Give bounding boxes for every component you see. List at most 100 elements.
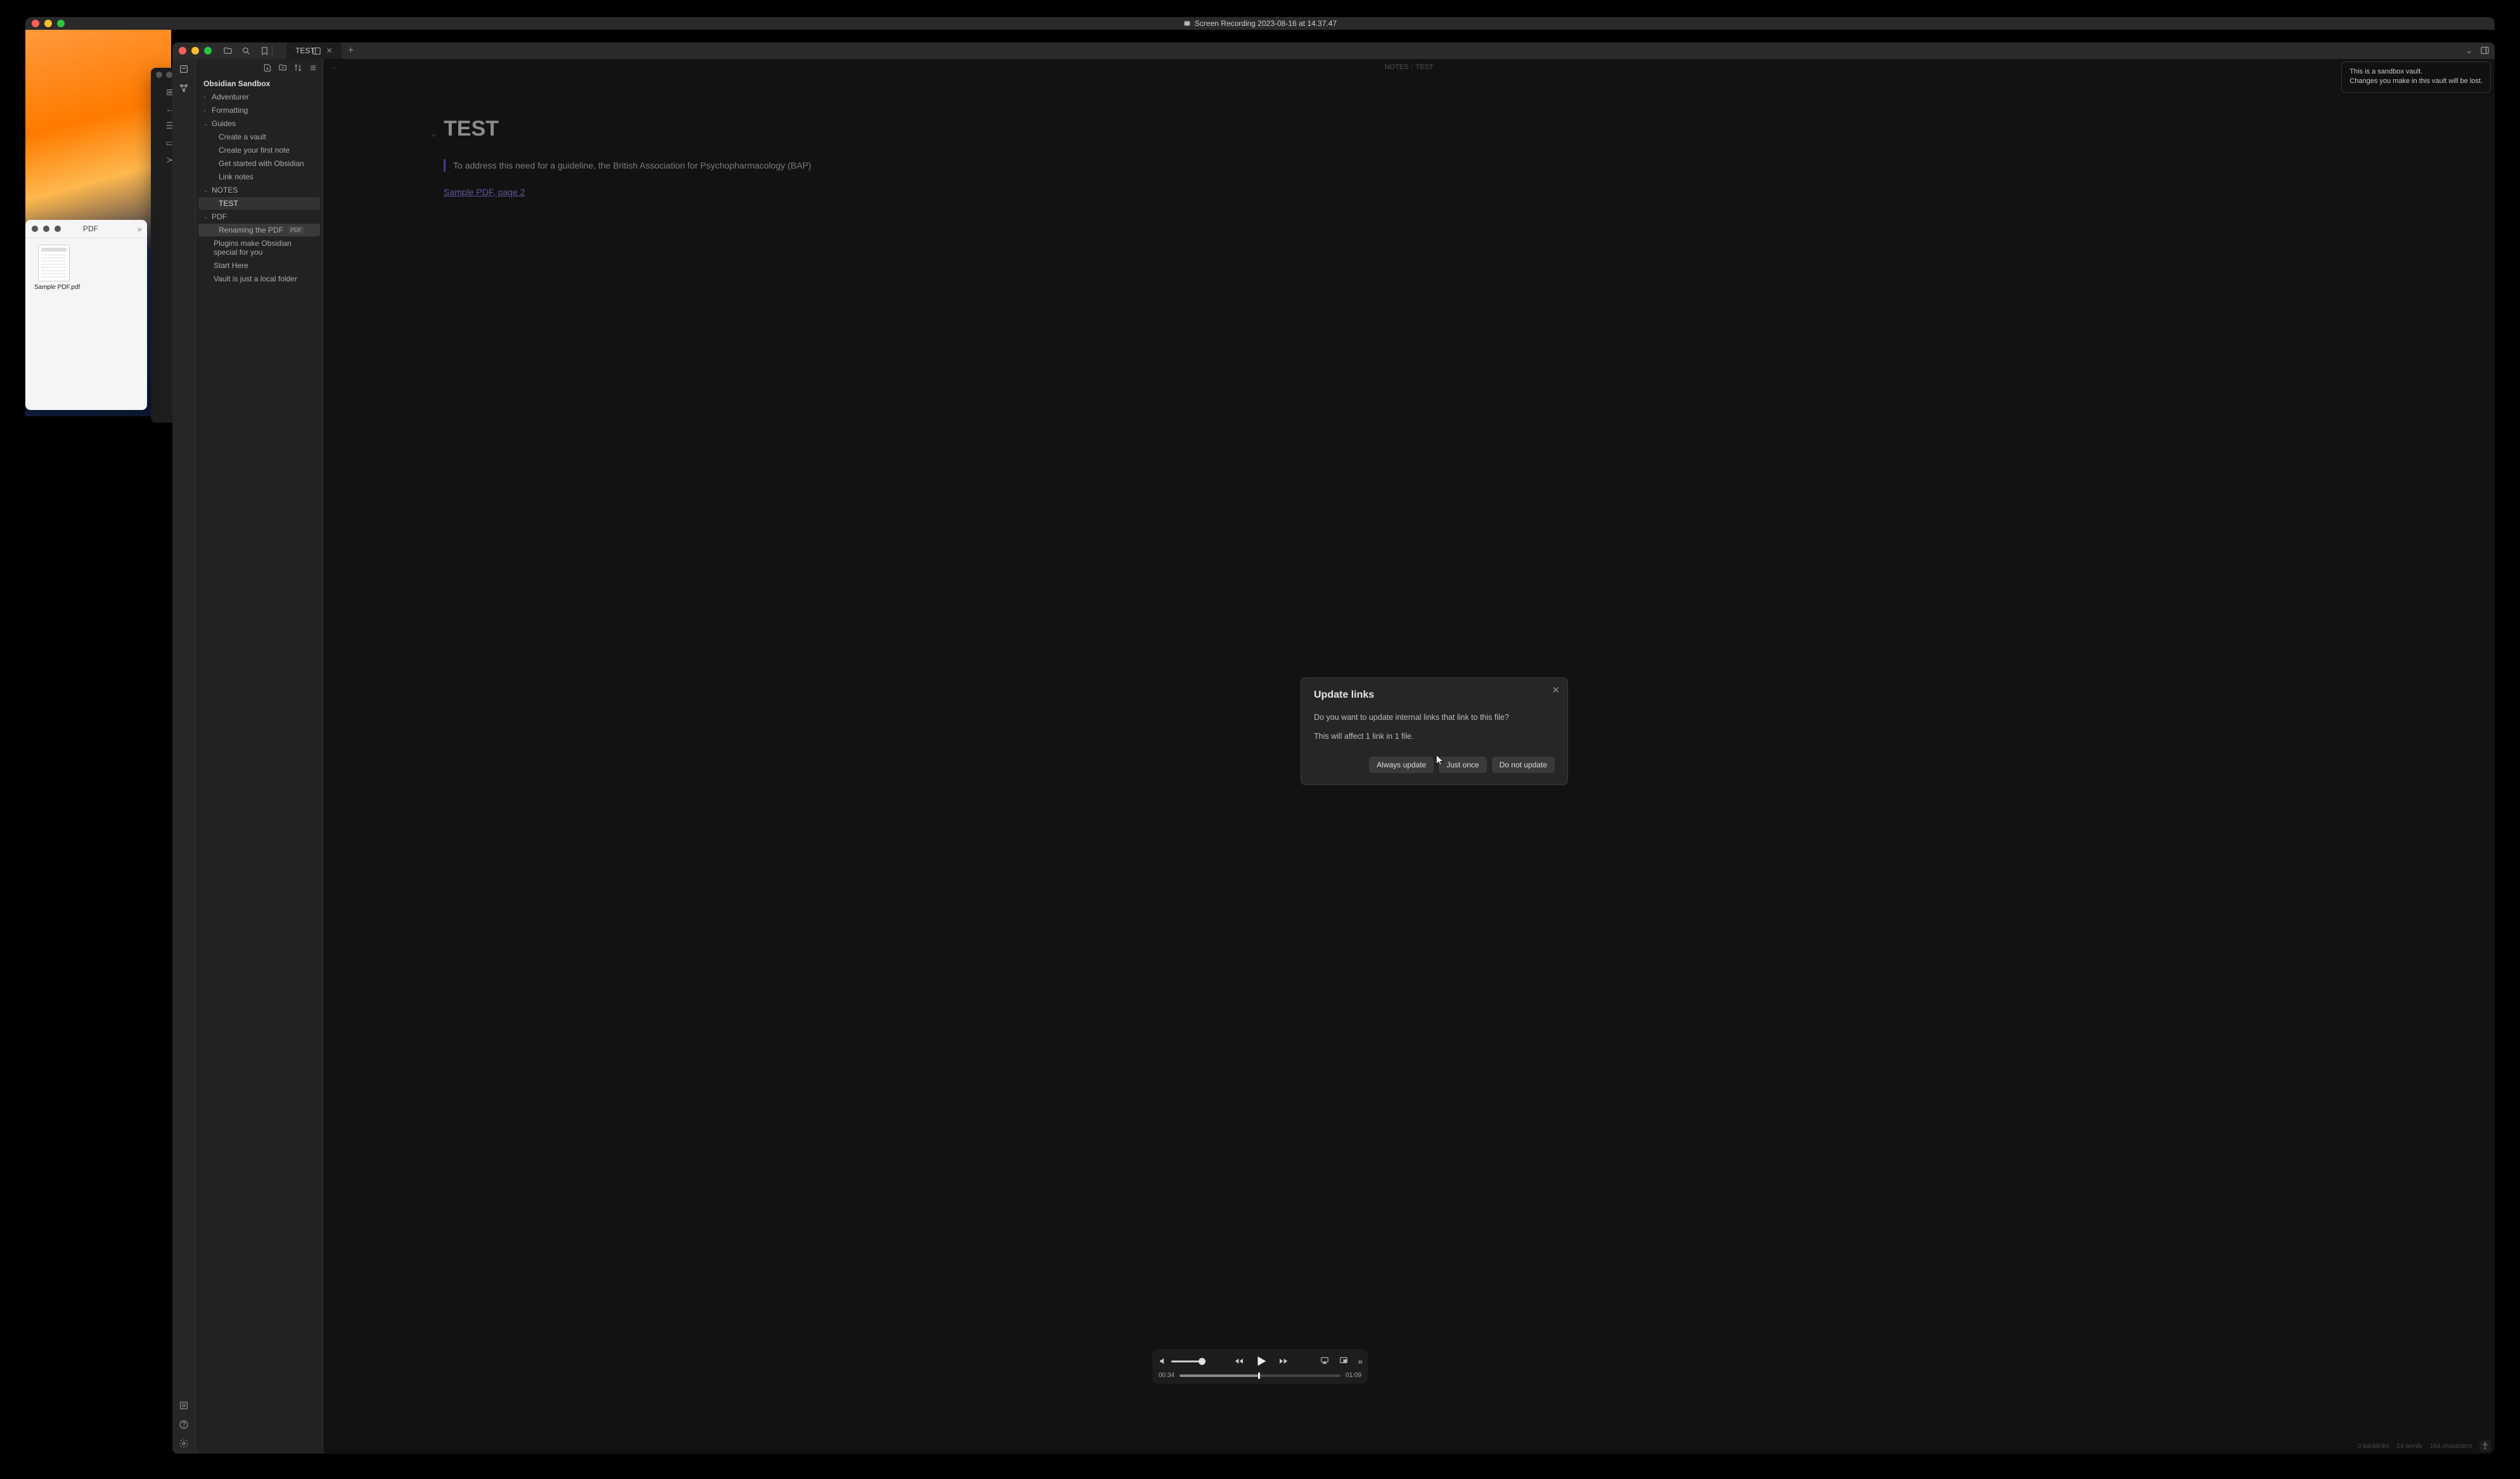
chevron-right-icon: ›	[203, 94, 210, 100]
tree-note-renaming-pdf[interactable]: Renaming the PDF PDF	[198, 224, 320, 236]
always-update-button[interactable]: Always update	[1369, 757, 1434, 773]
new-tab-button[interactable]: +	[348, 45, 354, 56]
qt-window-title: Screen Recording 2023-08-16 at 14.37.47	[25, 19, 2495, 28]
tree-note-vault-local[interactable]: Vault is just a local folder	[196, 272, 323, 285]
fast-forward-icon[interactable]	[1277, 1356, 1290, 1366]
modal-backdrop[interactable]: ✕ Update links Do you want to update int…	[323, 59, 2495, 1454]
pdf-file-label: Sample PDF.pdf	[34, 284, 80, 291]
qt-volume	[1159, 1357, 1203, 1366]
quicktime-titlebar: Screen Recording 2023-08-16 at 14.37.47	[25, 17, 2495, 30]
bookmark-icon[interactable]	[260, 46, 269, 56]
toast-line2: Changes you make in this vault will be l…	[2350, 77, 2483, 86]
bg-traffic-dim	[166, 72, 172, 78]
do-not-update-button[interactable]: Do not update	[1492, 757, 1555, 773]
tree-label: Adventurer	[212, 93, 249, 101]
airplay-icon[interactable]	[1320, 1356, 1330, 1366]
tree-note-link-notes[interactable]: Link notes	[196, 170, 323, 183]
pip-icon[interactable]	[1339, 1356, 1349, 1366]
modal-text-line1: Do you want to update internal links tha…	[1314, 711, 1555, 724]
qt-time-total: 01:09	[1346, 1372, 1361, 1379]
finder-titlebar: PDF »	[25, 220, 147, 238]
qt-timeline[interactable]	[1180, 1374, 1340, 1377]
file-tree: ›Adventurer ›Formatting ⌄Guides Create a…	[196, 91, 323, 285]
obsidian-window: TEST ✕ + ⌄	[172, 42, 2495, 1454]
quicktime-window: Screen Recording 2023-08-16 at 14.37.47 …	[25, 17, 2495, 1454]
finder-window: PDF » Sample PDF.pdf	[25, 220, 147, 410]
modal-title: Update links	[1314, 689, 1555, 701]
vault-icon[interactable]	[179, 1400, 189, 1411]
tree-label: Plugins make Obsidian special for you	[214, 239, 315, 257]
quick-switcher-icon[interactable]	[179, 64, 189, 74]
finder-body: Sample PDF.pdf	[25, 238, 147, 297]
graph-icon[interactable]	[179, 83, 189, 93]
tree-note-create-vault[interactable]: Create a vault	[196, 131, 323, 143]
sort-icon[interactable]	[293, 63, 302, 72]
obsidian-ribbon	[172, 59, 196, 1454]
new-note-icon[interactable]	[263, 63, 272, 72]
qt-title-text: Screen Recording 2023-08-16 at 14.37.47	[1195, 19, 1337, 28]
tree-label: Get started with Obsidian	[219, 159, 304, 168]
chevron-down-icon: ⌄	[203, 187, 210, 194]
finder-close-button[interactable]	[32, 226, 38, 232]
tree-note-plugins[interactable]: Plugins make Obsidian special for you	[196, 237, 323, 259]
tree-label: Create your first note	[219, 146, 290, 155]
folder-icon[interactable]	[223, 46, 233, 56]
tab-close-icon[interactable]: ✕	[326, 46, 333, 55]
tree-note-start-here[interactable]: Start Here	[196, 259, 323, 272]
play-icon[interactable]	[1254, 1354, 1268, 1368]
chevron-down-icon: ⌄	[203, 214, 210, 221]
tree-folder-guides[interactable]: ⌄Guides	[196, 117, 323, 130]
settings-icon[interactable]	[179, 1438, 189, 1449]
ob-close-button[interactable]	[179, 47, 186, 54]
tree-folder-adventurer[interactable]: ›Adventurer	[196, 91, 323, 103]
just-once-button[interactable]: Just once	[1439, 757, 1486, 773]
collapse-icon[interactable]	[309, 63, 318, 72]
finder-expand-icon[interactable]: »	[137, 224, 142, 234]
chevron-down-icon: ⌄	[203, 120, 210, 127]
bg-traffic-dim	[156, 72, 162, 78]
expand-icon[interactable]: »	[1358, 1356, 1361, 1366]
tree-label: Renaming the PDF	[219, 226, 283, 234]
vault-title: Obsidian Sandbox	[196, 77, 323, 91]
tree-note-test[interactable]: TEST	[198, 197, 320, 210]
obsidian-file-explorer: Obsidian Sandbox ›Adventurer ›Formatting…	[196, 59, 323, 1454]
obsidian-editor: ← → NOTES / TEST ⌄ TEST To address this …	[323, 59, 2495, 1454]
pdf-file-thumbnail[interactable]	[38, 245, 70, 281]
tab-dropdown-icon[interactable]: ⌄	[2465, 46, 2472, 56]
tree-label: TEST	[219, 199, 238, 208]
right-panel-toggle-icon[interactable]	[2480, 46, 2490, 56]
search-icon[interactable]	[241, 46, 251, 56]
left-panel-toggle-icon[interactable]	[312, 46, 321, 56]
modal-text-line2: This will affect 1 link in 1 file.	[1314, 730, 1555, 743]
tree-label: Create a vault	[219, 132, 266, 141]
movie-icon	[1183, 20, 1191, 27]
chevron-right-icon: ›	[203, 107, 210, 113]
tree-folder-pdf[interactable]: ⌄PDF	[196, 210, 323, 223]
divider	[272, 46, 273, 56]
tree-label: Vault is just a local folder	[214, 274, 297, 283]
modal-buttons: Always update Just once Do not update	[1314, 757, 1555, 773]
tree-folder-formatting[interactable]: ›Formatting	[196, 104, 323, 117]
modal-close-icon[interactable]: ✕	[1552, 684, 1560, 696]
tree-label: Link notes	[219, 172, 254, 181]
tree-note-create-first-note[interactable]: Create your first note	[196, 144, 323, 157]
tree-note-get-started[interactable]: Get started with Obsidian	[196, 157, 323, 170]
volume-slider[interactable]	[1171, 1361, 1203, 1362]
ob-fullscreen-button[interactable]	[204, 47, 212, 54]
modal-body: Do you want to update internal links tha…	[1314, 711, 1555, 743]
help-icon[interactable]	[179, 1419, 189, 1430]
tree-label: NOTES	[212, 186, 238, 195]
ob-minimize-button[interactable]	[191, 47, 199, 54]
tree-folder-notes[interactable]: ⌄NOTES	[196, 184, 323, 196]
ob-titlebar-right: ⌄	[2465, 46, 2490, 56]
ob-titlebar-tools	[223, 46, 269, 56]
new-folder-icon[interactable]	[278, 63, 287, 72]
volume-icon[interactable]	[1159, 1357, 1167, 1366]
qt-playback-controls: » 00:34 01:09	[1152, 1349, 1368, 1384]
qt-content: ⊞ ← ☰ ▭ ≻ PDF » Sample PDF.pdf	[25, 30, 2495, 1454]
finder-title: PDF	[41, 224, 141, 233]
file-explorer-toolbar	[196, 59, 323, 77]
rewind-icon[interactable]	[1233, 1356, 1245, 1366]
sandbox-toast: This is a sandbox vault. Changes you mak…	[2341, 61, 2491, 93]
pdf-badge: PDF	[288, 226, 304, 234]
